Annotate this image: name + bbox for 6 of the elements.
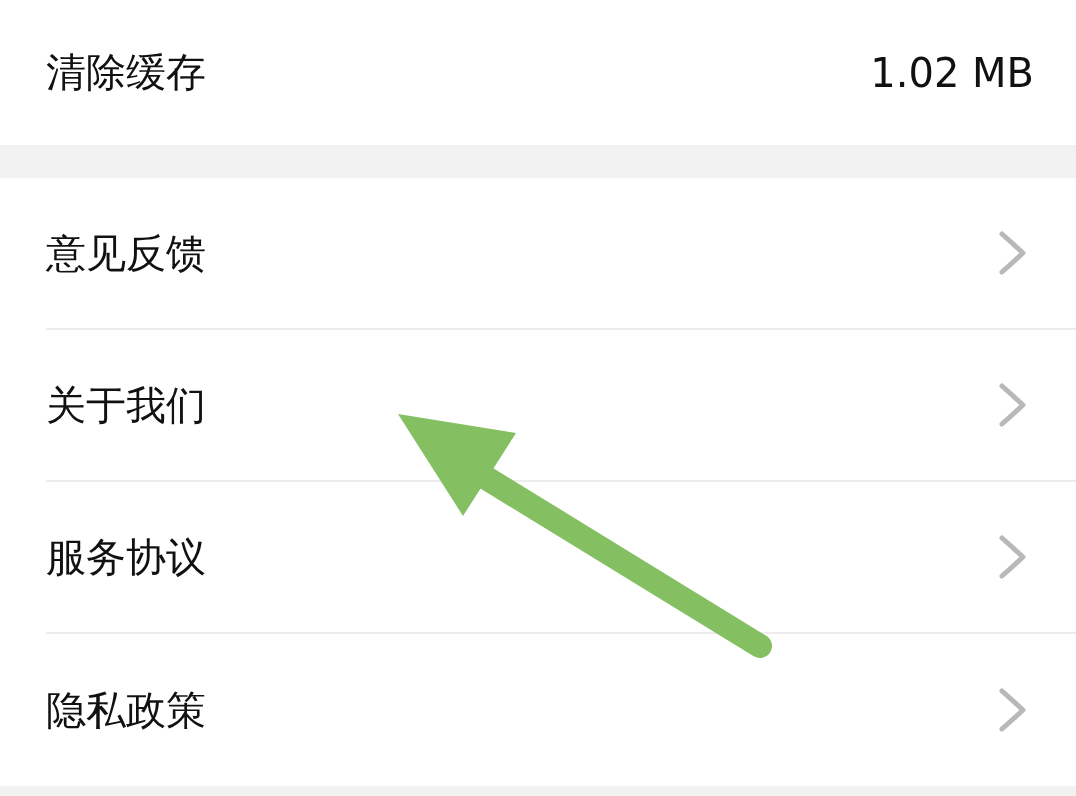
cache-size: 1.02 MB (870, 49, 1034, 96)
chevron-right-icon (998, 382, 1028, 428)
chevron-right-icon (998, 534, 1028, 580)
clear-cache-label: 清除缓存 (46, 48, 206, 97)
chevron-right-icon (998, 687, 1028, 733)
chevron-right-icon (998, 230, 1028, 276)
